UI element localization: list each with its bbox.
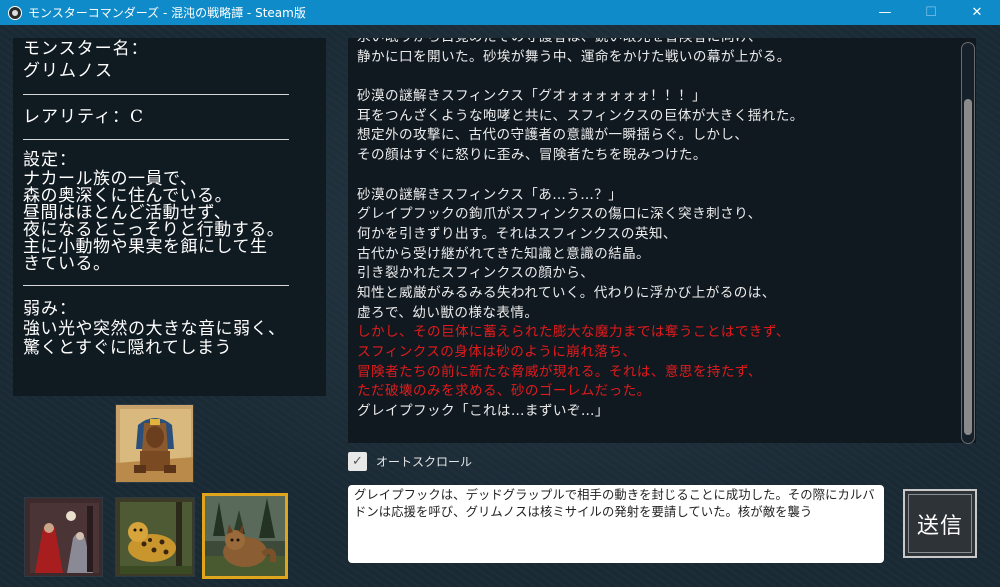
story-line: グレイプフックの鉤爪がスフィンクスの傷口に深く突き刺さり、	[357, 206, 762, 223]
story-line: 虚ろで、幼い獣の様な表情。	[357, 304, 539, 321]
setting-label: 設定：	[23, 150, 77, 170]
story-text: 永い眠りから目覚めたその守護者は、鋭い眼光を冒険者に向け、静かに口を開いた。砂埃…	[357, 38, 947, 422]
lynx-beast-portrait-icon	[205, 496, 285, 576]
sphinx-portrait-icon	[116, 405, 193, 482]
story-line: 耳をつんざくような咆哮と共に、スフィンクスの巨体が大きく揺れた。	[357, 107, 804, 124]
story-line	[357, 166, 947, 186]
story-line: 古代から受け継がれてきた知識と意識の結晶。	[357, 245, 651, 262]
story-line: 知性と威厳がみるみる失われていく。代わりに浮かび上がるのは、	[357, 284, 776, 301]
monster-name-label: モンスター名：	[23, 39, 149, 59]
story-line: 冒険者たちの前に新たな脅威が現れる。それは、意思を持たず、	[357, 363, 762, 380]
scrollbar-thumb[interactable]	[964, 99, 972, 435]
weakness-line: 強い光や突然の大きな音に弱く、	[23, 319, 286, 339]
monster-info-panel: モンスター名： グリムノス レアリティ：C 設定： ナカール族の一員で、 森の奥…	[13, 38, 326, 396]
story-line: その顔はすぐに怒りに歪み、冒険者たちを睨みつけた。	[357, 147, 707, 164]
message-input[interactable]: グレイプフックは、デッドグラップルで相手の動きを封じることに成功した。その際にカ…	[348, 485, 884, 563]
portrait-red-hooded-figures[interactable]	[24, 497, 103, 577]
window-title: モンスターコマンダーズ - 混沌の戦略譚 - Steam版	[28, 6, 306, 20]
divider	[23, 139, 289, 140]
story-line: 引き裂かれたスフィンクスの顔から、	[357, 265, 595, 282]
divider	[23, 285, 289, 286]
minimize-button[interactable]: —	[862, 0, 908, 25]
story-line: 永い眠りから目覚めたその守護者は、鋭い眼光を冒険者に向け、	[357, 38, 947, 48]
monster-rarity: レアリティ：C	[23, 107, 144, 127]
story-scrollbar[interactable]	[961, 42, 975, 444]
story-log[interactable]: 永い眠りから目覚めたその守護者は、鋭い眼光を冒険者に向け、静かに口を開いた。砂埃…	[348, 38, 976, 443]
story-line: 砂漠の謎解きスフィンクス「あ…う…？」	[357, 186, 623, 203]
app-icon	[8, 5, 22, 20]
story-line: グレイプフック「これは…まずいぞ…」	[357, 403, 609, 420]
story-line: 砂漠の謎解きスフィンクス「グオォォォォォォ！！！」	[357, 88, 707, 105]
story-line: 静かに口を開いた。砂埃が舞う中、運命をかけた戦いの幕が上がる。	[357, 48, 791, 65]
weakness-line: 驚くとすぐに隠れてしまう	[23, 338, 232, 358]
red-hooded-figures-portrait-icon	[25, 498, 102, 576]
story-line: スフィンクスの身体は砂のように崩れ落ち、	[357, 344, 637, 360]
title-bar: モンスターコマンダーズ - 混沌の戦略譚 - Steam版 — ☐ ✕	[0, 0, 1000, 25]
setting-text: ナカール族の一員で、 森の奥深くに住んでいる。 昼間はほとんど活動せず、 夜にな…	[23, 171, 316, 273]
story-line: ただ破壊のみを求める、砂のゴーレムだった。	[357, 383, 651, 400]
monster-name: グリムノス	[23, 61, 113, 81]
portrait-lynx-beast[interactable]	[202, 493, 288, 579]
autoscroll-checkbox[interactable]: ✓	[348, 452, 367, 471]
close-button[interactable]: ✕	[954, 0, 1000, 25]
story-line: しかし、その巨体に蓄えられた膨大な魔力までは奪うことはできず、	[357, 324, 790, 341]
leopard-portrait-icon	[116, 498, 194, 576]
setting-line: きている。	[23, 254, 111, 274]
story-line: 想定外の攻撃に、古代の守護者の意識が一瞬揺らぐ。しかし、	[357, 127, 749, 144]
autoscroll-label: オートスクロール	[376, 455, 473, 469]
story-line: 何かを引きずり出す。それはスフィンクスの英知、	[357, 225, 677, 242]
portrait-leopard[interactable]	[115, 497, 195, 577]
weakness-text: 強い光や突然の大きな音に弱く、 驚くとすぐに隠れてしまう	[23, 320, 316, 358]
divider	[23, 94, 289, 95]
send-button[interactable]: 送信	[903, 489, 977, 558]
weakness-label: 弱み：	[23, 299, 77, 319]
autoscroll-toggle[interactable]: ✓ オートスクロール	[348, 452, 472, 471]
maximize-button[interactable]: ☐	[908, 0, 954, 25]
portrait-sphinx[interactable]	[115, 404, 194, 483]
story-line	[357, 67, 947, 87]
